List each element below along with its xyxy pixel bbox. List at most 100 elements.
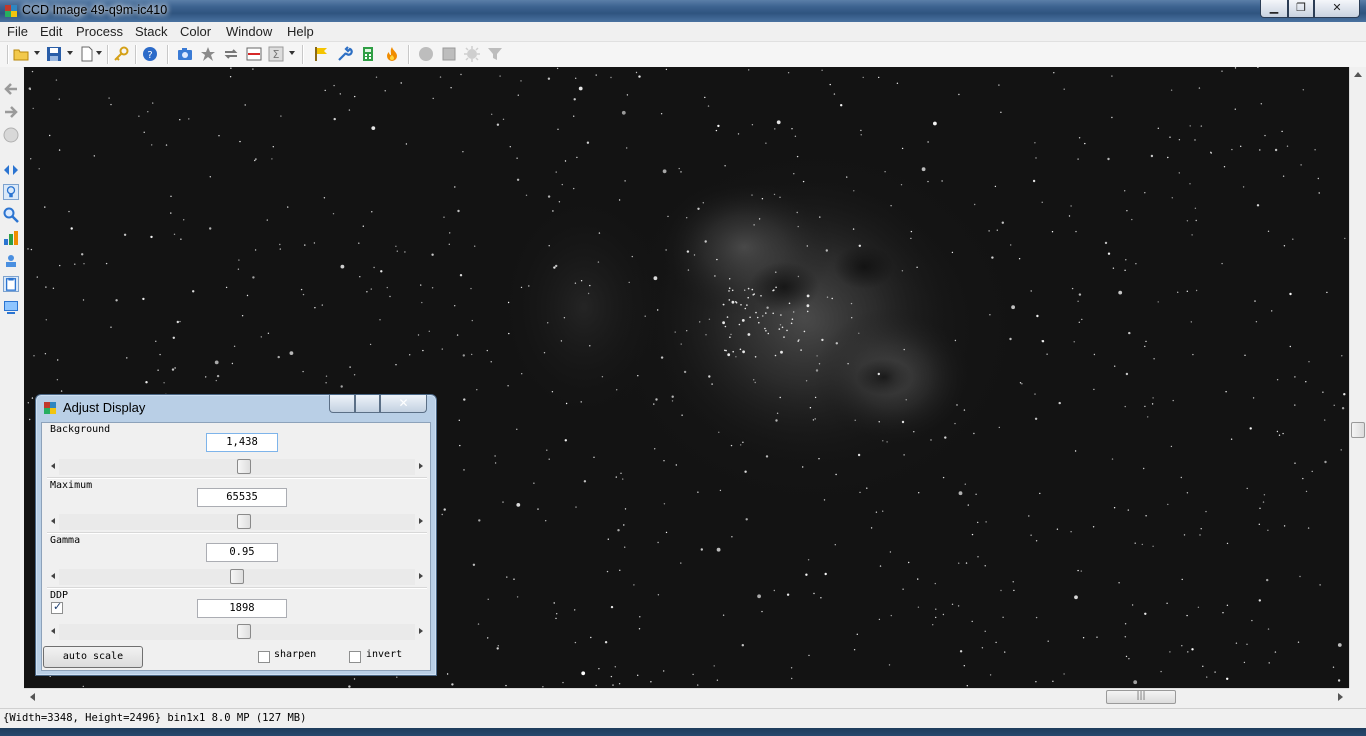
app-icon: [5, 5, 17, 17]
vertical-scrollbar[interactable]: [1349, 67, 1366, 688]
slider-left-arrow-icon[interactable]: [51, 628, 55, 634]
invert-checkbox[interactable]: [349, 651, 361, 663]
image-info-status: {Width=3348, Height=2496} bin1x1 8.0 MP …: [3, 712, 307, 724]
toolbar: ? Σ: [0, 42, 1366, 68]
dialog-close-button[interactable]: ✕: [380, 395, 427, 413]
flag-icon[interactable]: [313, 46, 329, 62]
vertical-scroll-thumb[interactable]: [1351, 422, 1365, 438]
magnifier-icon[interactable]: [3, 207, 19, 223]
calculator-icon[interactable]: [360, 46, 376, 62]
slider-thumb[interactable]: [237, 624, 252, 639]
os-taskbar: [0, 728, 1366, 736]
background-input[interactable]: 1,438: [206, 433, 278, 452]
help-icon[interactable]: ?: [142, 46, 158, 62]
app-icon: [44, 402, 56, 414]
histogram-icon[interactable]: [3, 230, 19, 246]
starburst-icon[interactable]: [464, 46, 480, 62]
menu-file[interactable]: File: [7, 24, 28, 39]
wrench-icon[interactable]: [337, 46, 353, 62]
close-icon: ✕: [398, 396, 409, 410]
menu-color[interactable]: Color: [180, 24, 211, 39]
title-bar: CCD Image 49-q9m-ic410 ▁ ❐ ✕: [0, 0, 1366, 22]
ddp-input[interactable]: 1898: [197, 599, 287, 618]
back-arrow-icon[interactable]: [3, 81, 19, 97]
sharpen-label: sharpen: [274, 649, 317, 660]
loop-arrows-icon[interactable]: [223, 46, 239, 62]
monitor-icon[interactable]: [3, 299, 19, 315]
forward-arrow-icon[interactable]: [3, 104, 19, 120]
menu-help[interactable]: Help: [287, 24, 314, 39]
toolbar-separator: [107, 45, 109, 64]
auto-scale-button[interactable]: auto scale: [43, 646, 143, 668]
lightbulb-icon[interactable]: [3, 184, 19, 200]
red-line-icon[interactable]: [246, 46, 262, 62]
slider-thumb[interactable]: [237, 459, 252, 474]
slider-right-arrow-icon[interactable]: [419, 628, 423, 634]
slider-thumb[interactable]: [237, 514, 252, 529]
sigma-icon[interactable]: Σ: [268, 46, 284, 62]
svg-text:Σ: Σ: [273, 48, 280, 61]
sigma-dropdown-icon[interactable]: [289, 51, 295, 55]
menu-window[interactable]: Window: [226, 24, 272, 39]
circle-icon[interactable]: [418, 46, 434, 62]
slider-right-arrow-icon[interactable]: [419, 463, 423, 469]
save-disk-icon[interactable]: [46, 46, 62, 62]
scroll-up-icon[interactable]: [1354, 72, 1362, 77]
maximize-button[interactable]: ❐: [1288, 0, 1314, 18]
scroll-left-icon[interactable]: [30, 693, 35, 701]
open-folder-icon[interactable]: [13, 46, 29, 62]
filter-funnel-icon[interactable]: [487, 46, 503, 62]
ddp-checkbox[interactable]: [51, 600, 63, 614]
open-dropdown-icon[interactable]: [34, 51, 40, 55]
new-document-icon[interactable]: [79, 46, 95, 62]
close-icon: ✕: [1332, 1, 1342, 14]
dialog-minimize-button[interactable]: [329, 395, 355, 413]
toolbar-separator: [408, 45, 410, 64]
square-icon[interactable]: [441, 46, 457, 62]
sharpen-checkbox[interactable]: [258, 651, 270, 663]
slider-left-arrow-icon[interactable]: [51, 463, 55, 469]
toolbar-separator: [302, 45, 304, 64]
menu-stack[interactable]: Stack: [135, 24, 168, 39]
left-toolstrip: [0, 67, 23, 707]
maximum-input[interactable]: 65535: [197, 488, 287, 507]
adjust-display-dialog: Adjust Display ✕ Background 1,438 Maximu…: [35, 394, 437, 676]
minimize-button[interactable]: ▁: [1260, 0, 1288, 18]
maximum-slider[interactable]: [47, 514, 427, 530]
dialog-title: Adjust Display: [63, 400, 146, 415]
gamma-label: Gamma: [50, 535, 81, 546]
dialog-maximize-button[interactable]: [355, 395, 380, 413]
stop-icon[interactable]: [3, 127, 19, 143]
ddp-slider[interactable]: [47, 624, 427, 640]
divider: [47, 587, 427, 589]
background-label: Background: [50, 424, 111, 435]
slider-left-arrow-icon[interactable]: [51, 518, 55, 524]
background-slider[interactable]: [47, 459, 427, 475]
divider: [47, 477, 427, 479]
key-icon[interactable]: [113, 46, 129, 62]
svg-text:?: ?: [147, 50, 152, 61]
clipboard-icon[interactable]: [3, 276, 19, 292]
horizontal-scrollbar[interactable]: |||: [24, 688, 1349, 705]
horizontal-scroll-thumb[interactable]: |||: [1106, 690, 1176, 704]
pan-arrows-icon[interactable]: [3, 162, 19, 178]
camera-icon[interactable]: [177, 46, 193, 62]
minimize-icon: ▁: [1269, 1, 1279, 14]
gamma-slider[interactable]: [47, 569, 427, 585]
menu-edit[interactable]: Edit: [40, 24, 62, 39]
flame-icon[interactable]: [384, 46, 400, 62]
menu-process[interactable]: Process: [76, 24, 123, 39]
slider-left-arrow-icon[interactable]: [51, 573, 55, 579]
stamp-icon[interactable]: [3, 253, 19, 269]
maximum-label: Maximum: [50, 480, 93, 491]
scroll-right-icon[interactable]: [1338, 693, 1343, 701]
slider-right-arrow-icon[interactable]: [419, 518, 423, 524]
gamma-input[interactable]: 0.95: [206, 543, 278, 562]
star-icon[interactable]: [200, 46, 216, 62]
new-dropdown-icon[interactable]: [96, 51, 102, 55]
close-button[interactable]: ✕: [1314, 0, 1360, 18]
slider-thumb[interactable]: [230, 569, 244, 584]
dialog-client-area: Background 1,438 Maximum 65535 Gamma 0.9…: [41, 422, 431, 671]
slider-right-arrow-icon[interactable]: [419, 573, 423, 579]
save-dropdown-icon[interactable]: [67, 51, 73, 55]
